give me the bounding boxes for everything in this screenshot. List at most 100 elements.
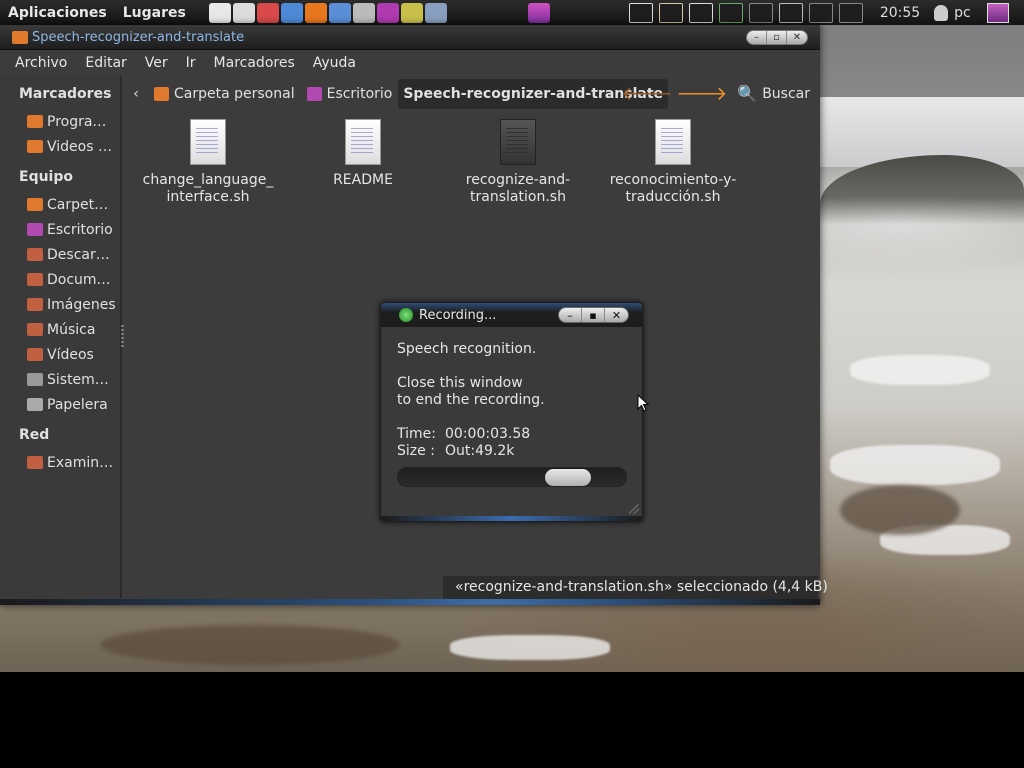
recording-app-icon[interactable] bbox=[527, 2, 550, 23]
progress-indicator bbox=[545, 469, 591, 486]
folder-icon bbox=[27, 198, 43, 211]
menu-archivo[interactable]: Archivo bbox=[6, 55, 76, 71]
dialog-titlebar[interactable]: Recording... – ▪ ✕ bbox=[381, 303, 642, 327]
sidebar-section-title: Marcadores bbox=[19, 86, 112, 102]
minimize-button[interactable]: – bbox=[747, 31, 767, 44]
size-label: Size : bbox=[397, 443, 435, 459]
volume-muted-icon[interactable] bbox=[838, 2, 863, 23]
document-icon bbox=[345, 119, 381, 165]
text-editor-icon[interactable] bbox=[208, 2, 231, 23]
dialog-line-2: Close this window bbox=[397, 375, 523, 391]
clock[interactable]: 20:55 bbox=[880, 5, 920, 21]
sidebar-item-label: Imágenes bbox=[47, 296, 116, 313]
sidebar-item[interactable]: Escritorio bbox=[0, 217, 120, 242]
document-icon bbox=[190, 119, 226, 165]
size-value: Out:49.2k bbox=[445, 443, 515, 459]
path-scroll-left-button[interactable]: ‹ bbox=[124, 86, 148, 102]
monitor-icon[interactable] bbox=[718, 2, 743, 23]
folder-icon bbox=[27, 223, 43, 236]
sidebar-item[interactable]: Vídeos bbox=[0, 342, 120, 367]
dialog-maximize-button[interactable]: ▪ bbox=[582, 308, 605, 322]
screen-icon[interactable] bbox=[748, 2, 773, 23]
back-arrow-icon[interactable]: 🡐 bbox=[621, 82, 672, 105]
places-menu[interactable]: Lugares bbox=[115, 5, 194, 21]
dialog-close-button[interactable]: ✕ bbox=[605, 308, 628, 322]
paint-icon[interactable] bbox=[256, 2, 279, 23]
sidebar-item-label: Música bbox=[47, 321, 96, 338]
file-name: change_language_ bbox=[142, 172, 274, 188]
sidebar-item-label: Videos … bbox=[47, 138, 112, 155]
chromium-icon[interactable] bbox=[328, 2, 351, 23]
user-name: pc bbox=[954, 4, 971, 21]
sidebar-item[interactable]: Videos … bbox=[0, 134, 120, 159]
sidebar-item[interactable]: Música bbox=[0, 317, 120, 342]
menu-ayuda[interactable]: Ayuda bbox=[304, 55, 365, 71]
record-icon[interactable] bbox=[400, 2, 423, 23]
sidebar-item[interactable]: Docum… bbox=[0, 267, 120, 292]
firefox-icon[interactable] bbox=[304, 2, 327, 23]
email-icon[interactable] bbox=[778, 2, 803, 23]
sidebar-item[interactable]: Sistem… bbox=[0, 367, 120, 392]
document-icon bbox=[500, 119, 536, 165]
wallpaper-mud bbox=[840, 485, 960, 535]
terminal-screenshot-icon[interactable] bbox=[352, 2, 375, 23]
menu-marcadores[interactable]: Marcadores bbox=[205, 55, 304, 71]
network-icon[interactable] bbox=[808, 2, 833, 23]
menu-ir[interactable]: Ir bbox=[177, 55, 205, 71]
window-titlebar[interactable]: Speech-recognizer-and-translate – ▫ ✕ bbox=[0, 25, 820, 50]
menubar: Archivo Editar Ver Ir Marcadores Ayuda bbox=[0, 50, 820, 76]
window-title: Speech-recognizer-and-translate bbox=[32, 29, 245, 45]
system-tray bbox=[626, 2, 866, 23]
file-item[interactable]: recognize-and-translation.sh bbox=[448, 119, 588, 206]
mouse-cursor-icon bbox=[637, 393, 650, 416]
launcher-area bbox=[208, 2, 448, 23]
forward-arrow-icon[interactable]: 🡒 bbox=[676, 82, 727, 105]
sidebar-item[interactable]: Imágenes bbox=[0, 292, 120, 317]
sidebar-item[interactable]: Papelera bbox=[0, 392, 120, 417]
network-tools-icon[interactable] bbox=[424, 2, 447, 23]
calculator-icon[interactable] bbox=[232, 2, 255, 23]
search-icon: 🔍 bbox=[737, 84, 758, 103]
home-folder-icon bbox=[154, 86, 169, 101]
mail-icon[interactable] bbox=[658, 2, 683, 23]
sidebar-item[interactable]: Descar… bbox=[0, 242, 120, 267]
sidebar-item-label: Docum… bbox=[47, 271, 111, 288]
menu-ver[interactable]: Ver bbox=[136, 55, 177, 71]
time-value: 00:00:03.58 bbox=[445, 426, 531, 442]
file-item[interactable]: change_language_ interface.sh bbox=[138, 119, 278, 206]
breadcrumb: Carpeta personal Escritorio Speech-recogni… bbox=[148, 78, 668, 109]
file-item[interactable]: README bbox=[293, 119, 433, 189]
menu-editar[interactable]: Editar bbox=[76, 55, 135, 71]
breadcrumb-item[interactable]: Escritorio bbox=[301, 79, 399, 109]
desktop-folder-icon bbox=[306, 86, 322, 101]
applications-menu[interactable]: Aplicaciones bbox=[0, 5, 115, 21]
window-controls: – ▫ ✕ bbox=[746, 30, 808, 45]
terminal-icon[interactable] bbox=[628, 2, 653, 23]
recording-progress-bar bbox=[397, 467, 627, 487]
notes-icon[interactable] bbox=[688, 2, 713, 23]
file-name: traducción.sh bbox=[625, 189, 721, 205]
sidebar-item[interactable]: Carpet… bbox=[0, 192, 120, 217]
session-icon[interactable] bbox=[986, 2, 1009, 23]
close-button[interactable]: ✕ bbox=[787, 31, 807, 44]
file-item[interactable]: reconocimiento-y-traducción.sh bbox=[603, 119, 743, 206]
wallpaper-mud bbox=[100, 625, 400, 665]
user-icon bbox=[934, 4, 949, 21]
maximize-button[interactable]: ▫ bbox=[767, 31, 787, 44]
sidebar-item-label: Examin… bbox=[47, 454, 114, 471]
navigation-buttons: 🡐 🡒 🔍 Buscar bbox=[621, 78, 810, 109]
sidebar-item[interactable]: Examin… bbox=[0, 450, 120, 475]
database-icon[interactable] bbox=[280, 2, 303, 23]
breadcrumb-item[interactable]: Carpeta personal bbox=[148, 79, 301, 109]
screen-capture-icon[interactable] bbox=[376, 2, 399, 23]
user-menu[interactable]: pc bbox=[934, 4, 971, 21]
search-button[interactable]: 🔍 Buscar bbox=[737, 84, 810, 103]
sidebar-item[interactable]: Progra… bbox=[0, 109, 120, 134]
resize-grip-icon[interactable] bbox=[629, 504, 639, 514]
size-row: Size : Out:49.2k bbox=[397, 443, 642, 460]
folder-icon bbox=[27, 115, 43, 128]
dialog-minimize-button[interactable]: – bbox=[559, 308, 582, 322]
sidebar-item-label: Descar… bbox=[47, 246, 110, 263]
sidebar-item-label: Papelera bbox=[47, 396, 108, 413]
window-bottom-border bbox=[0, 599, 820, 605]
